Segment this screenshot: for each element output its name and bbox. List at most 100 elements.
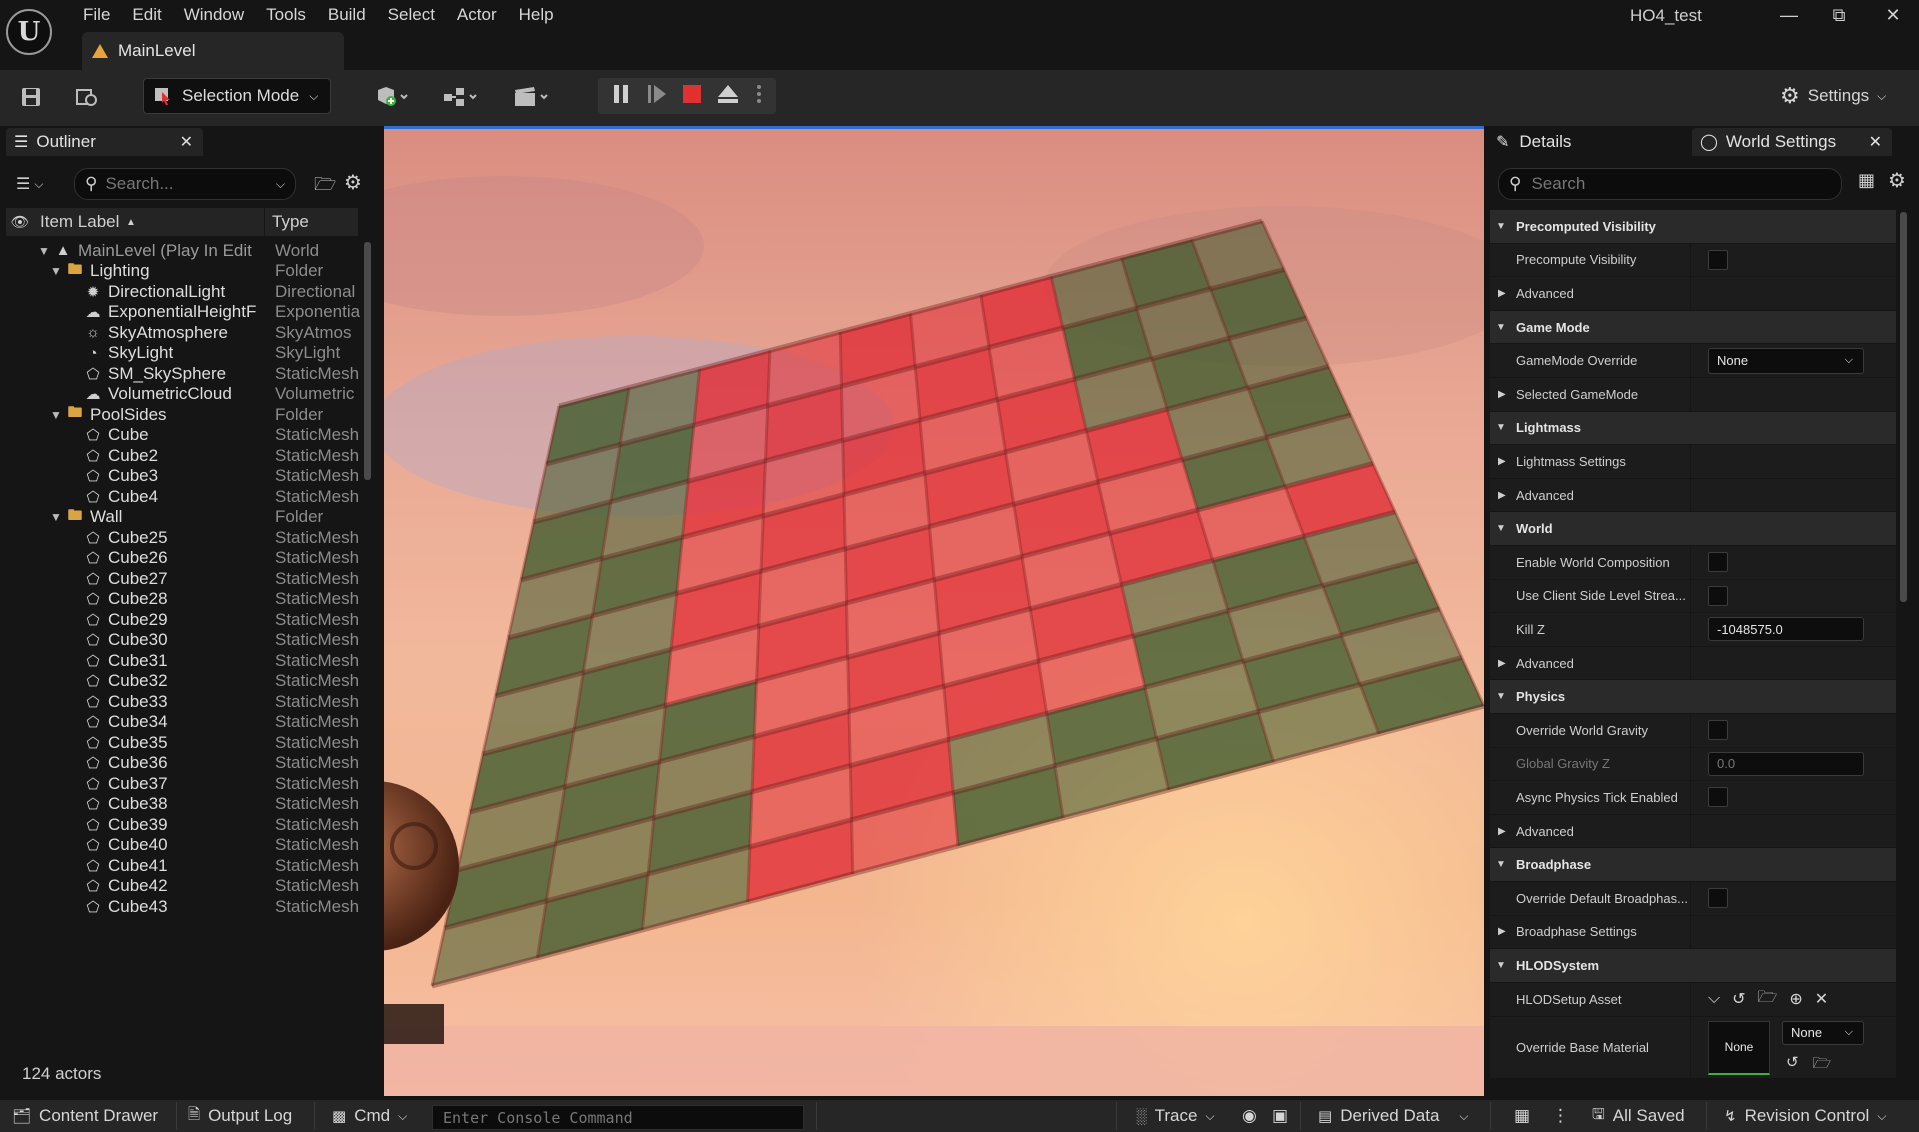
stop-icon[interactable]: [682, 84, 701, 108]
add-actor-button[interactable]: [368, 78, 416, 116]
collapse-arrow-icon[interactable]: ▼: [1496, 691, 1506, 702]
property-row[interactable]: ▶ Lightmass Settings: [1490, 445, 1896, 478]
material-dropdown[interactable]: None ⌵: [1782, 1020, 1864, 1045]
column-item-label[interactable]: Item Label: [34, 212, 206, 232]
expand-arrow-icon[interactable]: ▼: [50, 408, 64, 422]
save-icon[interactable]: [16, 78, 46, 116]
collapse-arrow-icon[interactable]: ▼: [1496, 322, 1506, 333]
step-forward-icon[interactable]: [647, 84, 667, 109]
property-row[interactable]: Use Client Side Level Strea...: [1490, 579, 1896, 613]
menu-select[interactable]: Select: [377, 0, 446, 30]
property-checkbox[interactable]: [1708, 552, 1728, 573]
close-icon[interactable]: ✕: [180, 132, 193, 152]
close-window-button[interactable]: ✕: [1870, 0, 1916, 30]
expand-arrow-icon[interactable]: ▶: [1498, 658, 1506, 669]
collapse-arrow-icon[interactable]: ▼: [1496, 960, 1506, 971]
category-header[interactable]: ▼ Game Mode: [1490, 310, 1896, 344]
visibility-eye-icon[interactable]: 👁: [6, 213, 34, 231]
menu-help[interactable]: Help: [508, 0, 565, 30]
category-header[interactable]: ▼ HLODSystem: [1490, 949, 1896, 982]
clear-x-icon[interactable]: ✕: [1815, 989, 1828, 1009]
property-row[interactable]: ▶ Advanced: [1490, 478, 1896, 512]
expand-arrow-icon[interactable]: ▼: [38, 244, 52, 258]
chevron-down-icon[interactable]: ⌵: [276, 177, 285, 192]
expand-arrow-icon[interactable]: ▶: [1498, 490, 1506, 501]
category-header[interactable]: ▼ Physics: [1490, 680, 1896, 713]
material-thumbnail[interactable]: None: [1708, 1020, 1770, 1075]
expand-arrow-icon[interactable]: ▼: [50, 264, 64, 278]
reset-arrow-icon[interactable]: ↺: [1786, 1053, 1799, 1078]
expand-arrow-icon[interactable]: ▶: [1498, 926, 1506, 937]
eject-icon[interactable]: [717, 84, 739, 109]
property-checkbox[interactable]: [1708, 585, 1728, 606]
property-row[interactable]: ▶ Advanced: [1490, 277, 1896, 310]
table-view-icon[interactable]: ▦: [1858, 170, 1875, 191]
reset-arrow-icon[interactable]: ↺: [1732, 989, 1745, 1009]
unreal-logo-icon[interactable]: U: [6, 9, 52, 55]
property-dropdown[interactable]: None ⌵: [1708, 347, 1864, 374]
property-checkbox[interactable]: [1708, 888, 1728, 909]
property-row[interactable]: Override World Gravity: [1490, 714, 1896, 747]
new-folder-icon[interactable]: 🗁: [314, 172, 336, 202]
blueprint-button[interactable]: [436, 78, 486, 116]
chevron-down-icon[interactable]: ⌵: [1708, 990, 1720, 1008]
cinematics-button[interactable]: [508, 78, 556, 116]
property-value-input[interactable]: -1048575.0: [1708, 617, 1864, 642]
category-header[interactable]: ▼ Broadphase: [1490, 848, 1896, 881]
property-row[interactable]: HLODSetup Asset ⌵ ↺ 🗁 ⊕ ✕: [1490, 982, 1896, 1016]
property-row[interactable]: ▶ Selected GameMode: [1490, 378, 1896, 411]
property-checkbox[interactable]: [1708, 720, 1728, 741]
expand-arrow-icon[interactable]: ▶: [1498, 456, 1506, 467]
details-search-input[interactable]: ⚲ Search: [1498, 168, 1842, 200]
menu-window[interactable]: Window: [173, 0, 255, 30]
output-log-button[interactable]: 🗎 Output Log: [188, 1100, 292, 1132]
screenshot-icon[interactable]: ▣: [1272, 1100, 1288, 1132]
column-type[interactable]: Type: [272, 212, 309, 232]
property-row[interactable]: ▶ Advanced: [1490, 646, 1896, 680]
add-circle-icon[interactable]: ⊕: [1789, 989, 1802, 1009]
minimize-button[interactable]: —: [1766, 0, 1812, 30]
level-tab[interactable]: MainLevel: [82, 32, 344, 70]
filter-button[interactable]: ☰ ⌵: [16, 172, 60, 196]
category-header[interactable]: ▼ Precomputed Visibility: [1490, 210, 1896, 243]
details-tab[interactable]: ✎ Details: [1490, 128, 1686, 156]
property-row[interactable]: GameMode Override None ⌵: [1490, 344, 1896, 377]
category-header[interactable]: ▼ Lightmass: [1490, 411, 1896, 445]
property-row[interactable]: Precompute Visibility: [1490, 243, 1896, 277]
restore-button[interactable]: ⧉: [1816, 0, 1862, 30]
property-row[interactable]: Kill Z -1048575.0: [1490, 613, 1896, 646]
property-row[interactable]: Override Default Broadphas...: [1490, 882, 1896, 915]
collapse-arrow-icon[interactable]: ▼: [1496, 523, 1506, 534]
menu-tools[interactable]: Tools: [255, 0, 317, 30]
browse-folder-icon[interactable]: 🗁: [1758, 986, 1778, 1013]
details-scrollbar[interactable]: [1900, 212, 1907, 602]
revision-control-button[interactable]: ↯ Revision Control ⌵: [1724, 1100, 1886, 1132]
collapse-arrow-icon[interactable]: ▼: [1496, 422, 1506, 433]
close-icon[interactable]: ✕: [1869, 132, 1882, 152]
category-header[interactable]: ▼ World: [1490, 512, 1896, 545]
property-row[interactable]: Async Physics Tick Enabled: [1490, 781, 1896, 814]
property-row[interactable]: ▶ Broadphase Settings: [1490, 915, 1896, 949]
selection-mode-dropdown[interactable]: Selection Mode ⌵: [143, 78, 331, 114]
property-row[interactable]: Enable World Composition: [1490, 546, 1896, 579]
outliner-search-input[interactable]: ⚲ Search... ⌵: [74, 168, 296, 200]
collapse-arrow-icon[interactable]: ▼: [1496, 859, 1506, 870]
menu-actor[interactable]: Actor: [446, 0, 508, 30]
expand-arrow-icon[interactable]: ▼: [50, 510, 64, 524]
expand-arrow-icon[interactable]: ▶: [1498, 826, 1506, 837]
derived-data-button[interactable]: ▤ Derived Data ⌵: [1318, 1100, 1469, 1132]
outliner-row[interactable]: ⬠ Cube43 StaticMesh: [6, 894, 360, 919]
all-saved-button[interactable]: 🖫 All Saved: [1592, 1100, 1685, 1132]
settings-button[interactable]: ⚙ Settings ⌵: [1780, 80, 1886, 112]
collapse-arrow-icon[interactable]: ▼: [1496, 221, 1506, 232]
world-settings-tab[interactable]: ◯ World Settings ✕: [1692, 128, 1892, 156]
trace-dropdown[interactable]: ░ Trace ⌵: [1136, 1100, 1215, 1132]
pause-icon[interactable]: [612, 84, 630, 109]
menu-build[interactable]: Build: [317, 0, 377, 30]
browse-icon[interactable]: [72, 78, 102, 116]
property-row[interactable]: ▶ Advanced: [1490, 814, 1896, 848]
console-command-input[interactable]: Enter Console Command: [432, 1105, 804, 1130]
more-options-icon[interactable]: ⋮: [1552, 1100, 1569, 1132]
property-checkbox[interactable]: [1708, 787, 1728, 808]
browse-folder-icon[interactable]: 🗁: [1813, 1053, 1832, 1078]
